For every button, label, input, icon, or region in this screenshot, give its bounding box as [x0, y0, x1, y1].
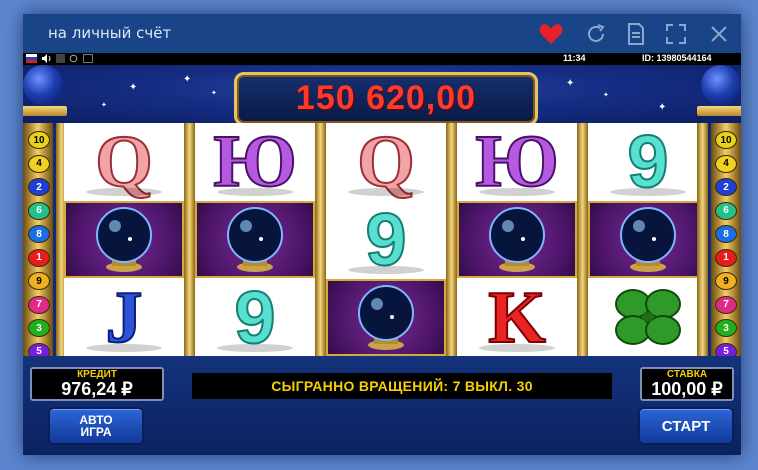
reel-3-middle: 9: [326, 201, 446, 278]
star-icon: ✦: [183, 74, 192, 85]
crystal-orb-right: [701, 65, 741, 105]
reel-5-bottom: [588, 279, 708, 356]
payline-badge-1[interactable]: 1: [28, 248, 50, 267]
star-icon: ✦: [101, 102, 107, 109]
game-window: на личный счёт 11:34 ID: 13980544164 ✦ ✦…: [23, 14, 741, 455]
start-label: СТАРТ: [661, 417, 711, 435]
payline-badge-6[interactable]: 6: [715, 201, 737, 220]
reel-4-top: Ю: [457, 123, 577, 200]
reel-1-top: Q: [64, 123, 184, 200]
russian-flag-icon: [26, 54, 37, 63]
reel-2: Ю 9: [195, 123, 315, 356]
payline-badge-9[interactable]: 9: [28, 272, 50, 290]
reel-divider: [446, 123, 457, 356]
reel-5-middle: [588, 201, 708, 278]
bet-display[interactable]: СТАВКА 100,00 ₽: [640, 367, 734, 401]
reel-4-middle: [457, 201, 577, 278]
window-title: на личный счёт: [48, 24, 172, 42]
payline-badge-9[interactable]: 9: [715, 272, 737, 290]
reel-divider: [315, 123, 326, 356]
star-icon: ✦: [603, 92, 609, 99]
info-message: СЫГРАННО ВРАЩЕНИЙ: 7 ВЫКЛ. 30: [192, 373, 612, 399]
crystal-ball-icon: [358, 284, 414, 350]
star-icon: ✦: [129, 82, 138, 93]
payline-badge-10[interactable]: 10: [715, 131, 737, 149]
payline-badge-1[interactable]: 1: [715, 248, 737, 267]
reel-1-bottom: J: [64, 279, 184, 356]
reels: Q J Ю 9 Q 9 Ю K 9: [56, 123, 708, 356]
payline-badge-10[interactable]: 10: [28, 131, 50, 149]
heart-icon[interactable]: [538, 21, 564, 47]
game-area: ✦ ✦ ✦ ✦ ✦ ✦ ✦ 150 620,00 10 4 2 6 8 1 9 7 3 5 10 4…: [23, 65, 741, 455]
credit-display: КРЕДИТ 976,24 ₽: [30, 367, 164, 401]
reel-3-bottom: [326, 279, 446, 356]
close-icon[interactable]: [706, 21, 732, 47]
refresh-icon[interactable]: [583, 21, 609, 47]
stop-icon[interactable]: [56, 54, 65, 63]
auto-play-button[interactable]: АВТО ИГРА: [48, 407, 144, 445]
payline-badge-3[interactable]: 3: [715, 319, 737, 337]
four-leaf-clover-icon: [615, 288, 681, 345]
star-icon: ✦: [211, 90, 217, 97]
reel-divider: [577, 123, 588, 356]
orb-stand-left: [23, 106, 67, 116]
payline-badge-3[interactable]: 3: [28, 319, 50, 337]
crystal-ball-icon: [96, 206, 152, 272]
star-icon: ✦: [658, 102, 667, 113]
reel-2-top: Ю: [195, 123, 315, 200]
payline-badge-6[interactable]: 6: [28, 201, 50, 220]
reel-1: Q J: [64, 123, 184, 356]
fullscreen-icon[interactable]: [663, 21, 689, 47]
reel-3: Q 9: [326, 123, 446, 356]
menu-icon[interactable]: [83, 54, 93, 63]
bet-value: 100,00 ₽: [651, 379, 723, 399]
payline-badge-4[interactable]: 4: [715, 154, 737, 173]
control-panel: КРЕДИТ 976,24 ₽ СЫГРАННО ВРАЩЕНИЙ: 7 ВЫК…: [23, 356, 741, 455]
payline-badge-8[interactable]: 8: [28, 225, 50, 243]
auto-play-label-2: ИГРА: [80, 425, 112, 439]
payline-indicators-left: 10 4 2 6 8 1 9 7 3 5: [28, 131, 50, 366]
status-bar: 11:34 ID: 13980544164: [23, 53, 741, 65]
reel-4-bottom: K: [457, 279, 577, 356]
document-icon[interactable]: [623, 21, 649, 47]
reel-3-top: Q: [326, 123, 446, 200]
sound-icon[interactable]: [41, 54, 51, 63]
payline-badge-2[interactable]: 2: [715, 178, 737, 196]
credit-value: 976,24 ₽: [61, 379, 133, 399]
star-icon: ✦: [566, 78, 575, 89]
title-bar: на личный счёт: [23, 14, 741, 53]
payline-badge-7[interactable]: 7: [28, 295, 50, 314]
crystal-ball-icon: [489, 206, 545, 272]
crystal-orb-left: [23, 65, 63, 105]
reel-1-middle: [64, 201, 184, 278]
reel-divider: [184, 123, 195, 356]
orb-stand-right: [697, 106, 741, 116]
clock: 11:34: [563, 53, 586, 63]
reel-5: 9: [588, 123, 708, 356]
payline-badge-2[interactable]: 2: [28, 178, 50, 196]
payline-badge-8[interactable]: 8: [715, 225, 737, 243]
payline-indicators-right: 10 4 2 6 8 1 9 7 3 5: [715, 131, 737, 366]
payline-badge-4[interactable]: 4: [28, 154, 50, 173]
reel-2-middle: [195, 201, 315, 278]
reel-2-bottom: 9: [195, 279, 315, 356]
start-button[interactable]: СТАРТ: [638, 407, 734, 445]
crystal-ball-icon: [227, 206, 283, 272]
reel-divider: [697, 123, 708, 356]
jackpot-display: 150 620,00: [234, 72, 538, 126]
reel-4: Ю K: [457, 123, 577, 356]
payline-badge-7[interactable]: 7: [715, 295, 737, 314]
crystal-ball-icon: [620, 206, 676, 272]
reel-5-top: 9: [588, 123, 708, 200]
reload-icon[interactable]: [69, 54, 78, 63]
jackpot-amount: 150 620,00: [295, 79, 477, 117]
session-id: ID: 13980544164: [642, 53, 712, 63]
